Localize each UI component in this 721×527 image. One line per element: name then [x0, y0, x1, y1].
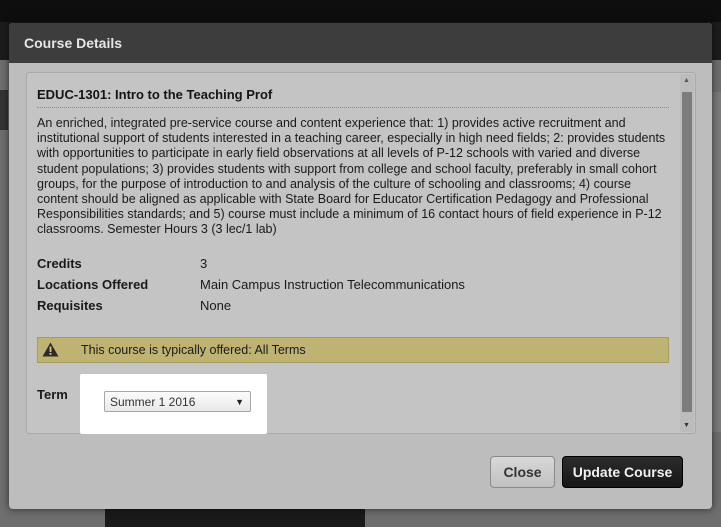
scroll-up-icon[interactable]: ▲ [683, 77, 690, 84]
course-details-content: EDUC-1301: Intro to the Teaching Prof An… [26, 72, 696, 434]
term-label: Term [37, 387, 68, 402]
credits-label: Credits [37, 256, 82, 271]
content-scrollbar[interactable]: ▲ ▼ [680, 74, 694, 432]
alert-text: This course is typically offered: All Te… [81, 343, 306, 357]
background-left-fragment [0, 90, 8, 130]
update-course-button[interactable]: Update Course [562, 456, 683, 488]
course-details-modal: Course Details EDUC-1301: Intro to the T… [9, 23, 712, 509]
scrollbar-thumb[interactable] [682, 92, 692, 412]
scroll-down-icon[interactable]: ▼ [683, 422, 690, 429]
warning-icon [42, 342, 59, 357]
background-top-strip [0, 0, 721, 22]
requisites-label: Requisites [37, 298, 103, 313]
modal-title: Course Details [9, 23, 712, 63]
course-description: An enriched, integrated pre-service cour… [37, 116, 666, 237]
course-title: EDUC-1301: Intro to the Teaching Prof [37, 87, 669, 108]
locations-value: Main Campus Instruction Telecommunicatio… [200, 277, 465, 292]
close-button[interactable]: Close [490, 456, 555, 488]
requisites-value: None [200, 298, 232, 313]
term-select-value: Summer 1 2016 [110, 395, 196, 409]
credits-value: 3 [200, 256, 208, 271]
locations-label: Locations Offered [37, 277, 149, 292]
dropdown-arrow-icon: ▼ [235, 397, 244, 407]
term-select[interactable]: Summer 1 2016 ▼ [104, 391, 251, 412]
term-offered-alert: This course is typically offered: All Te… [37, 337, 669, 363]
